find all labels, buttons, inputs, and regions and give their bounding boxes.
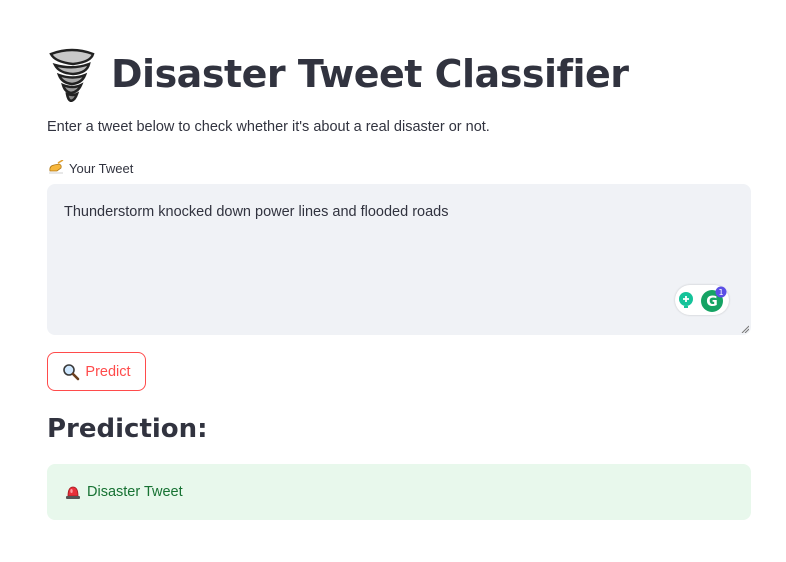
grammarly-badge: 1 [718,288,723,297]
page-header: Disaster Tweet Classifier [47,44,629,104]
lightbulb-icon[interactable] [677,291,695,309]
siren-icon [66,486,80,499]
page-title: Disaster Tweet Classifier [111,52,629,96]
writing-hand-icon [49,160,64,174]
grammarly-icon[interactable]: G 1 [699,286,727,314]
predict-button[interactable]: Predict [47,352,146,391]
prediction-result-text: Disaster Tweet [87,484,183,500]
prediction-result: Disaster Tweet [47,464,751,520]
page-description: Enter a tweet below to check whether it'… [47,119,490,135]
tweet-label-text: Your Tweet [69,160,134,176]
svg-text:G: G [706,294,718,310]
tornado-icon [49,48,95,102]
prediction-heading: Prediction: [47,414,208,444]
tweet-textarea[interactable]: Thunderstorm knocked down power lines an… [47,184,751,335]
resize-handle[interactable] [741,325,749,333]
grammarly-widget[interactable]: G 1 [675,285,729,315]
magnifier-icon [63,363,80,380]
predict-button-label[interactable]: Predict [85,364,130,380]
tweet-input-label: Your Tweet [47,160,133,176]
tweet-textarea-value[interactable]: Thunderstorm knocked down power lines an… [64,204,448,220]
